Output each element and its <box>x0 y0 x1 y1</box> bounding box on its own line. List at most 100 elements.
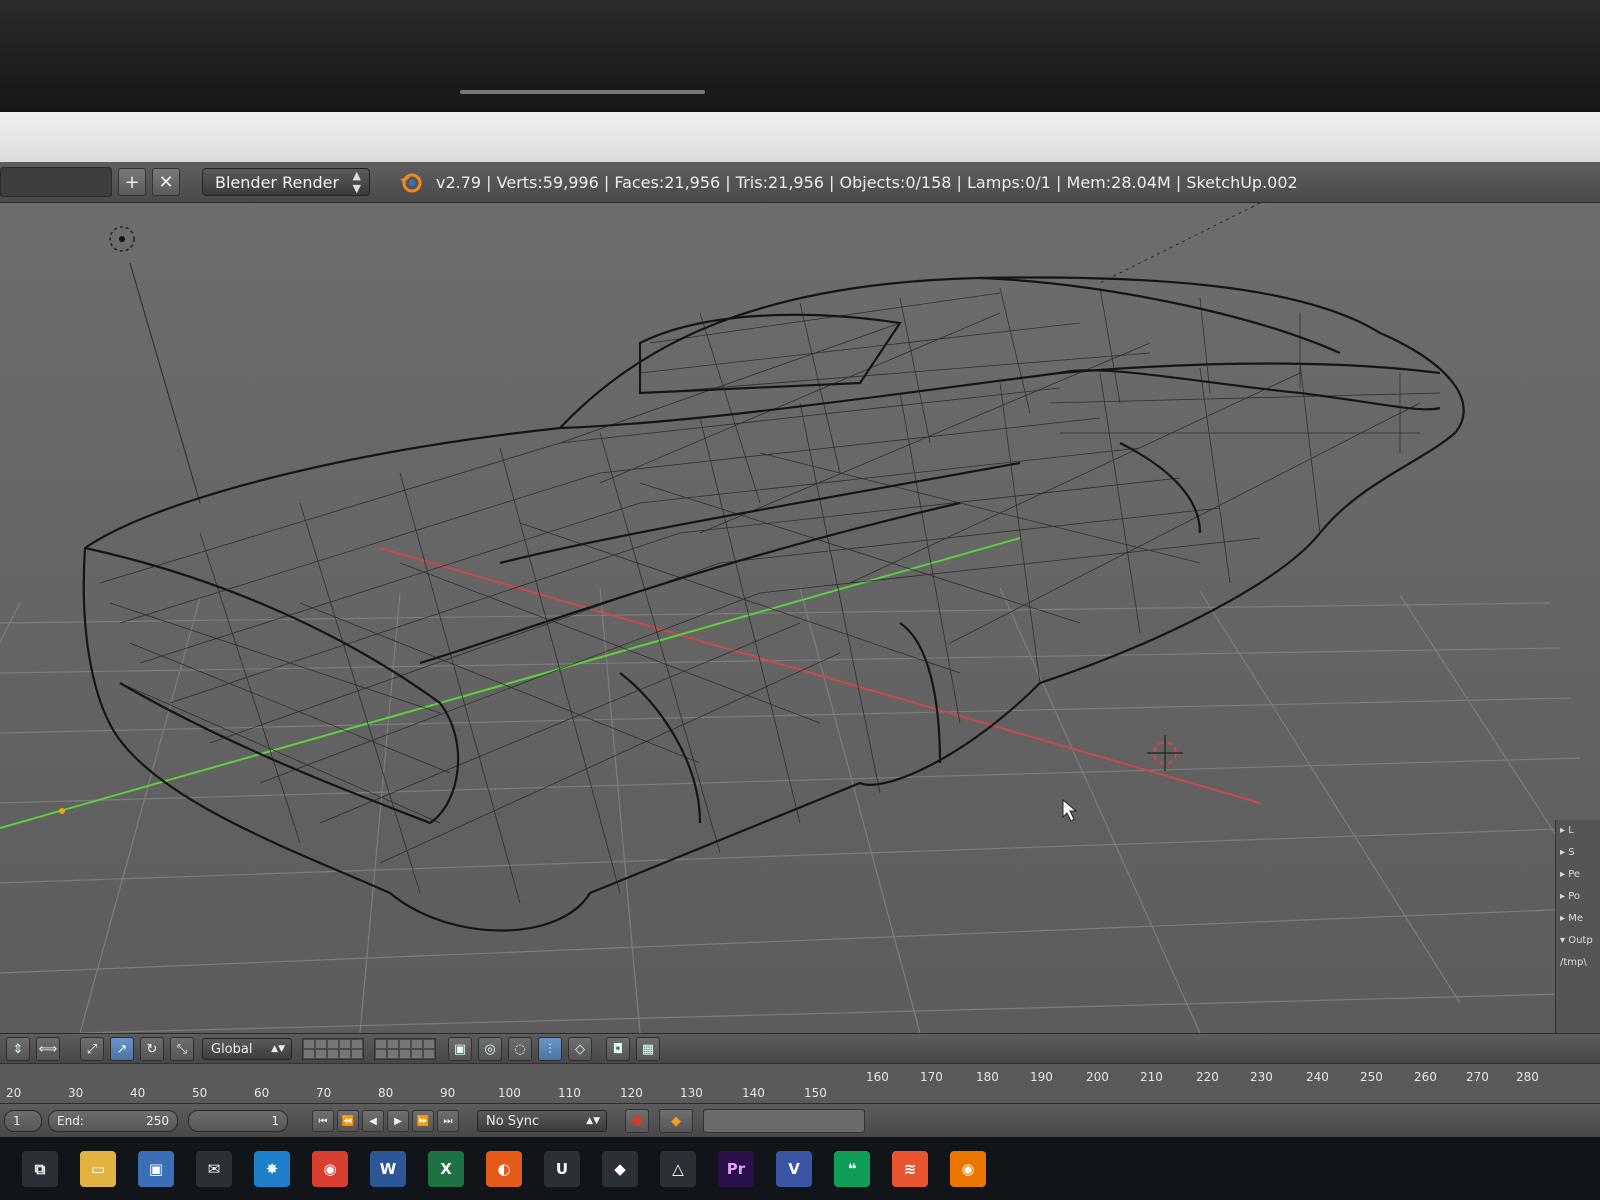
active-keying-set-field[interactable] <box>703 1109 865 1133</box>
file-explorer-icon[interactable]: ▭ <box>80 1150 116 1187</box>
frame-tick: 150 <box>804 1086 827 1100</box>
properties-panel-edge[interactable]: ▸ L ▸ S ▸ Pe ▸ Po ▸ Me ▾ Outp /tmp\ <box>1555 820 1600 1050</box>
word-icon[interactable]: W <box>370 1150 406 1187</box>
windows-taskbar: ⧉ ▭ ▣ ✉ ✸ ◉ W X ◐ U ◆ △ Pr V ❝ ≋ ◉ <box>0 1137 1600 1200</box>
end-frame-value: 250 <box>146 1114 169 1128</box>
end-frame-field[interactable]: End: 250 <box>48 1110 178 1132</box>
layer-grid-2[interactable] <box>374 1038 436 1060</box>
play-reverse-icon[interactable]: ◀ <box>362 1110 384 1132</box>
jump-to-start-icon[interactable]: ⏮ <box>312 1110 334 1132</box>
snap-icon[interactable]: ⫶ <box>538 1037 562 1061</box>
render-layer-icon[interactable]: ◎ <box>478 1037 502 1061</box>
previous-keyframe-icon[interactable]: ⏪ <box>337 1110 359 1132</box>
keying-set-button[interactable]: ◆ <box>659 1109 693 1133</box>
lamp-icon[interactable] <box>109 226 135 252</box>
frame-tick: 70 <box>316 1086 332 1100</box>
timeline-ruler[interactable]: 160 170 180 190 200 210 220 230 240 250 … <box>0 1063 1600 1104</box>
frame-tick: 50 <box>192 1086 208 1100</box>
blender-icon[interactable]: ◉ <box>950 1150 986 1187</box>
sync-mode-label: No Sync <box>486 1113 540 1129</box>
dropdown-arrow-icon: ▲▼ <box>271 1044 285 1054</box>
frame-tick: 280 <box>1516 1070 1539 1084</box>
frame-tick: 20 <box>6 1086 22 1100</box>
manipulator-toggle-icon[interactable]: ⤢ <box>80 1037 104 1061</box>
delete-screen-button[interactable]: ✕ <box>152 168 180 196</box>
blender-logo-icon <box>400 173 422 193</box>
panel-item-1[interactable]: ▸ L <box>1556 820 1600 842</box>
timeline-header: 1 End: 250 1 ⏮ ⏪ ◀ ▶ ⏩ ⏭ No Sync ▲▼ ◆ <box>0 1103 1600 1138</box>
panel-item-3[interactable]: ▸ Pe <box>1556 864 1600 886</box>
play-icon[interactable]: ▶ <box>387 1110 409 1132</box>
frame-tick: 190 <box>1030 1070 1053 1084</box>
frame-tick: 200 <box>1086 1070 1109 1084</box>
frame-tick: 100 <box>498 1086 521 1100</box>
chrome-icon[interactable]: ◉ <box>312 1150 348 1187</box>
proportional-edit-icon[interactable]: ◌ <box>508 1037 532 1061</box>
pivot-icon[interactable]: ⟺ <box>36 1037 60 1061</box>
next-keyframe-icon[interactable]: ⏩ <box>412 1110 434 1132</box>
car-wireframe <box>82 276 1465 932</box>
panel-item-4[interactable]: ▸ Po <box>1556 886 1600 908</box>
3d-cursor[interactable] <box>1147 735 1183 771</box>
editor-type-icon[interactable]: ⇕ <box>6 1037 30 1061</box>
panel-item-6[interactable]: ▾ Outp <box>1556 930 1600 952</box>
transform-orientation-dropdown[interactable]: Global ▲▼ <box>202 1038 292 1060</box>
anydesk-icon[interactable]: ≋ <box>892 1150 928 1187</box>
monitor-bezel <box>0 0 1600 112</box>
render-animation-icon[interactable]: ▦ <box>636 1037 660 1061</box>
frame-tick: 80 <box>378 1086 394 1100</box>
scene-statistics: v2.79 | Verts:59,996 | Faces:21,956 | Tr… <box>436 172 1298 192</box>
render-engine-dropdown[interactable]: Blender Render ▲ ▼ <box>202 168 370 196</box>
task-view-icon[interactable]: ⧉ <box>22 1150 58 1187</box>
layer-grid-1[interactable] <box>302 1038 364 1060</box>
visio-icon[interactable]: V <box>776 1150 812 1187</box>
frame-tick: 210 <box>1140 1070 1163 1084</box>
output-path-field[interactable]: /tmp\ <box>1556 952 1600 974</box>
start-frame-value: 1 <box>13 1114 21 1128</box>
rotate-manipulator-icon[interactable]: ↻ <box>140 1037 164 1061</box>
screen-layout-field[interactable] <box>0 167 112 197</box>
store-icon[interactable]: ▣ <box>138 1150 174 1187</box>
lock-layers-icon[interactable]: ▣ <box>448 1037 472 1061</box>
mouse-pointer-icon <box>1062 798 1078 822</box>
mail-icon[interactable]: ✉ <box>196 1150 232 1187</box>
orientation-label: Global <box>211 1041 253 1057</box>
unity-icon[interactable]: ◆ <box>602 1150 638 1187</box>
frame-tick: 160 <box>866 1070 889 1084</box>
bezel-glare <box>460 90 705 94</box>
frame-tick: 140 <box>742 1086 765 1100</box>
origin-icon[interactable]: ◐ <box>486 1150 522 1187</box>
panel-item-2[interactable]: ▸ S <box>1556 842 1600 864</box>
hangouts-icon[interactable]: ❝ <box>834 1150 870 1187</box>
frame-tick: 240 <box>1306 1070 1329 1084</box>
record-icon <box>632 1116 642 1126</box>
sketchup-icon[interactable]: △ <box>660 1150 696 1187</box>
network-app-icon[interactable]: ✸ <box>254 1150 290 1187</box>
frame-tick: 180 <box>976 1070 999 1084</box>
render-engine-label: Blender Render <box>215 172 340 192</box>
frame-tick: 120 <box>620 1086 643 1100</box>
viewport-canvas[interactable] <box>0 203 1600 1033</box>
snap-target-icon[interactable]: ◇ <box>568 1037 592 1061</box>
premiere-icon[interactable]: Pr <box>718 1150 754 1187</box>
render-preview-icon[interactable]: ◘ <box>606 1037 630 1061</box>
jump-to-end-icon[interactable]: ⏭ <box>437 1110 459 1132</box>
record-button[interactable] <box>625 1109 649 1133</box>
end-frame-label: End: <box>57 1114 84 1128</box>
add-screen-button[interactable]: + <box>118 168 146 196</box>
frame-tick: 260 <box>1414 1070 1437 1084</box>
start-frame-field[interactable]: 1 <box>4 1110 42 1132</box>
current-frame-value: 1 <box>271 1114 279 1128</box>
panel-item-5[interactable]: ▸ Me <box>1556 908 1600 930</box>
current-frame-field[interactable]: 1 <box>188 1110 288 1132</box>
unreal-icon[interactable]: U <box>544 1150 580 1187</box>
scale-manipulator-icon[interactable]: ⤡ <box>170 1037 194 1061</box>
3d-viewport[interactable] <box>0 203 1600 1033</box>
viewport-header: ⇕ ⟺ ⤢ ↗ ↻ ⤡ Global ▲▼ ▣ ◎ ◌ ⫶ ◇ ◘ ▦ <box>0 1033 1600 1064</box>
sync-mode-dropdown[interactable]: No Sync ▲▼ <box>477 1110 607 1132</box>
floor-grid <box>0 587 1600 1033</box>
frame-tick: 90 <box>440 1086 456 1100</box>
excel-icon[interactable]: X <box>428 1150 464 1187</box>
info-header: + ✕ Blender Render ▲ ▼ v2.79 | Verts:59,9… <box>0 162 1600 203</box>
translate-manipulator-icon[interactable]: ↗ <box>110 1037 134 1061</box>
